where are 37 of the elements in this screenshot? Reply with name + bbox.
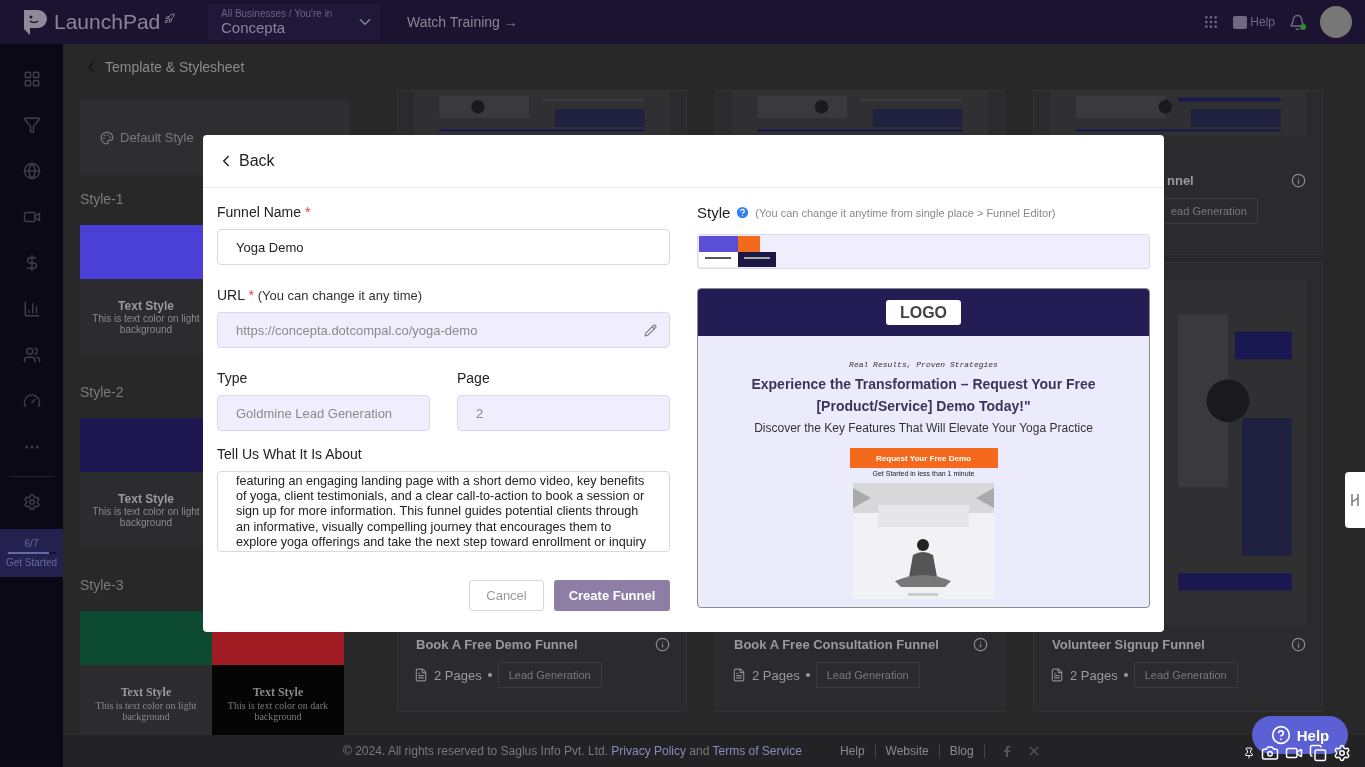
page-title: Template & Stylesheet <box>105 59 245 75</box>
page-count: 2 Pages <box>434 667 482 683</box>
preview-kicker: Real Results, Proven Strategies <box>849 360 998 369</box>
page-count: 2 Pages <box>1070 667 1118 683</box>
logo-field: LOGO <box>886 300 961 325</box>
text-style-sample: This is text color on light background <box>91 313 201 335</box>
style-title: Style-3 <box>80 577 124 593</box>
category-tag: Lead Generation <box>1133 662 1238 688</box>
funnel-title: Volunteer Signup Funnel <box>1051 636 1205 652</box>
business-name: Concepta <box>221 18 287 36</box>
funnel-title: Book A Free Demo Funnel <box>415 636 578 652</box>
text-style-sample: This is text color on light background <box>94 699 198 722</box>
text-style-sample: This is text color on light background <box>91 506 201 528</box>
field-label: Funnel Name * <box>217 204 312 220</box>
category-tag: Lead Generation <box>497 662 602 688</box>
text-style-title: Text Style <box>118 492 174 506</box>
category-tag: Lead Generation <box>815 662 920 688</box>
page-count: 2 Pages <box>752 667 800 683</box>
progress-count: 6/7 <box>24 538 39 549</box>
funnel-title: nnel <box>1166 172 1194 188</box>
default-style-label: Default Style <box>120 130 194 145</box>
copyright-text: © 2024. All rights reserved to Saglus Info Pvt. Ltd. Privacy Policy and Terms of Service <box>343 744 802 758</box>
text-style-title: Text Style <box>252 684 304 700</box>
field-label: Style <box>697 204 731 221</box>
style-title: Style-2 <box>80 384 124 400</box>
field-label: Page <box>457 370 491 386</box>
field-label: URL * (You can change it any time) <box>217 287 424 303</box>
text-style-title: Text Style <box>120 684 172 700</box>
field-label: Type <box>217 370 249 386</box>
text-style-title: Text Style <box>118 299 174 313</box>
text-style-sample: This is text color on dark background <box>226 699 330 722</box>
progress-label: Get Started <box>5 557 58 568</box>
funnel-title: Book A Free Consultation Funnel <box>733 636 939 652</box>
selector-caption: All Businesses / You're in <box>221 8 333 19</box>
style-title: Style-1 <box>80 191 124 207</box>
field-label: Tell Us What It Is About <box>217 446 363 462</box>
app-name: LaunchPad <box>54 10 161 34</box>
